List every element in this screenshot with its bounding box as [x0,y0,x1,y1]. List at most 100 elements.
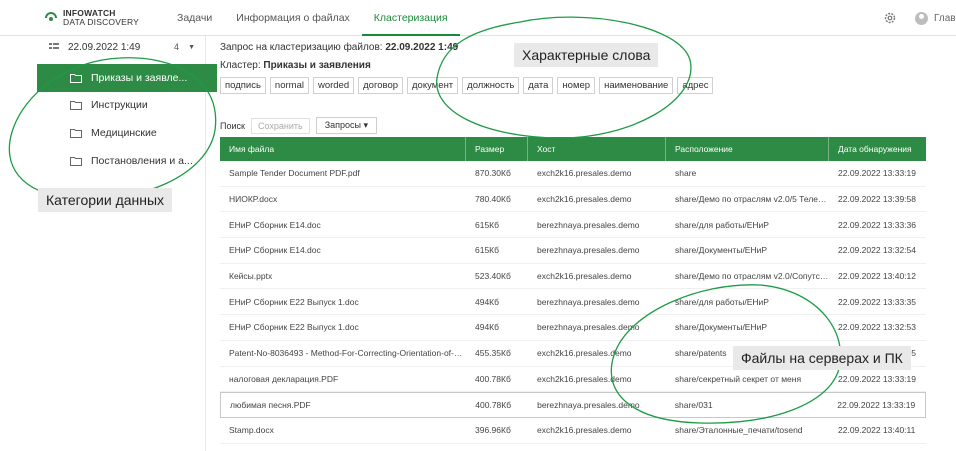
folder-icon [70,101,82,110]
search-link[interactable]: Поиск [220,121,245,131]
annotation-files: Файлы на серверах и ПК [733,346,911,370]
cell-date: 22.09.2022 13:33:36 [838,219,916,230]
query-value: 22.09.2022 1:49 [385,42,459,53]
column-header-name[interactable]: Имя файла [220,137,466,161]
cell-size: 400.78Кб [475,400,512,411]
sidebar-item-instructions[interactable]: Инструкции [0,91,206,119]
cell-host: berezhnaya.presales.demo [537,322,640,333]
app-header: INFOWATCH DATA DISCOVERY Задачи Информац… [0,0,956,36]
table-toolbar: Поиск Сохранить Запросы ▾ [220,117,377,134]
table-row[interactable]: Кейсы.pptx 523.40Кб exch2k16.presales.demo… [220,264,926,290]
keyword-tag: должность [462,77,520,94]
table-row[interactable]: ЕНиР Сборник Е14.doc 615Кб berezhnaya.pres… [220,238,926,264]
sidebar-item-orders[interactable]: Приказы и заявле... [37,64,217,92]
keyword-tag: договор [358,77,404,94]
tab-clustering[interactable]: Кластеризация [361,0,460,36]
table-body: Sample Tender Document PDF.pdf 870.30Кб ex… [220,161,926,444]
chevron-down-icon[interactable]: ▼ [188,44,195,51]
sidebar-item-label: Медицинские [91,127,157,139]
cluster-info: Кластер: Приказы и заявления [220,60,371,71]
cell-name: Кейсы.pptx [229,271,273,282]
cell-name: любимая песня.PDF [230,400,311,411]
query-label: Запрос на кластеризацию файлов: [220,42,383,53]
table-row[interactable]: налоговая декларация.PDF 400.78Кб exch2k16… [220,367,926,393]
cell-date: 22.09.2022 13:40:11 [838,425,916,436]
cell-name: ЕНиР Сборник Е22 Выпуск 1.doc [229,322,359,333]
cell-size: 780.40Кб [475,194,511,205]
cell-size: 615Кб [475,245,500,256]
cell-host: exch2k16.presales.demo [537,271,632,282]
sidebar-item-medical[interactable]: Медицинские [0,119,206,147]
cell-location: share [675,168,697,179]
cell-host: exch2k16.presales.demo [537,194,632,205]
sidebar-item-label: Приказы и заявле... [91,72,188,84]
column-header-host[interactable]: Хост [528,137,666,161]
tab-tasks[interactable]: Задачи [165,0,224,36]
table-row[interactable]: ЕНиР Сборник Е14.doc 615Кб berezhnaya.pres… [220,212,926,239]
gear-icon[interactable] [883,11,897,25]
cell-date: 22.09.2022 13:33:19 [838,373,916,384]
cell-host: berezhnaya.presales.demo [537,296,640,307]
cell-name: налоговая декларация.PDF [229,373,339,384]
annotation-keywords: Характерные слова [514,43,659,67]
table-row[interactable]: Sample Tender Document PDF.pdf 870.30Кб ex… [220,161,926,187]
cell-name: Stamp.docx [229,425,274,436]
infowatch-logo-icon [44,11,58,25]
column-header-location[interactable]: Расположение [666,137,829,161]
cell-name: ЕНиР Сборник Е14.doc [229,245,321,256]
table-row[interactable]: любимая песня.PDF 400.78Кб berezhnaya.pres… [220,392,926,418]
main-nav: Задачи Информация о файлах Кластеризация [165,0,460,36]
cell-size: 494Кб [475,296,500,307]
cell-host: berezhnaya.presales.demo [537,245,640,256]
cell-location: share/для работы/ЕНиР [675,296,769,307]
keyword-tag: наименование [599,77,674,94]
cluster-label: Кластер: [220,60,261,71]
cell-name: ЕНиР Сборник Е22 Выпуск 1.doc [229,296,359,307]
sidebar-item-label: Постановления и а... [91,155,193,167]
keyword-tag: дата [523,77,554,94]
keyword-tag: адрес [677,77,714,94]
table-row[interactable]: ЕНиР Сборник Е22 Выпуск 1.doc 494Кб berezh… [220,289,926,316]
column-header-size[interactable]: Размер [466,137,528,161]
cell-name: Patent-No-8036493 - Method-For-Correctin… [229,348,466,359]
cluster-count: 4 [173,42,179,52]
cell-size: 523.40Кб [475,271,511,282]
cell-size: 615Кб [475,219,500,230]
cell-date: 22.09.2022 13:39:58 [838,194,916,205]
user-name[interactable]: Глав [934,13,956,24]
cell-name: НИОКР.docx [229,194,278,205]
table-row[interactable]: ЕНиР Сборник Е22 Выпуск 1.doc 494Кб berezh… [220,315,926,341]
folder-icon [70,129,82,138]
cell-location: share/Документы/ЕНиР [675,245,768,256]
annotation-categories: Категории данных [38,188,173,212]
cell-name: ЕНиР Сборник Е14.doc [229,219,321,230]
cell-location: share/Демо по отраслям v2.0/Сопутств... [675,271,829,282]
cell-date: 22.09.2022 13:33:19 [837,400,916,411]
cell-host: exch2k16.presales.demo [537,425,632,436]
cell-location: share/031 [674,400,713,411]
cell-size: 494Кб [475,322,500,333]
cell-size: 455.35Кб [475,348,511,359]
folder-icon [70,157,82,166]
table-row[interactable]: НИОКР.docx 780.40Кб exch2k16.presales.demo… [220,187,926,213]
avatar[interactable] [915,11,928,25]
list-icon [49,43,59,49]
save-button[interactable]: Сохранить [250,117,310,134]
cell-location: share/для работы/ЕНиР [675,219,769,230]
column-header-date[interactable]: Дата обнаружения [829,137,926,161]
queries-dropdown[interactable]: Запросы ▾ [315,117,377,134]
cell-name: Sample Tender Document PDF.pdf [229,168,360,179]
cluster-selector[interactable]: 22.09.2022 1:49 4 ▼ [0,36,205,58]
cell-date: 22.09.2022 13:32:54 [838,245,916,256]
category-sidebar: 22.09.2022 1:49 4 ▼ Приказы и заявле... … [0,36,217,451]
cell-size: 400.78Кб [475,373,511,384]
tab-file-info[interactable]: Информация о файлах [224,0,362,36]
cell-host: exch2k16.presales.demo [537,373,632,384]
keyword-tag: документ [407,77,459,94]
cell-location: share/Эталонные_печати/tosend [675,425,803,436]
cell-location: share/Демо по отраслям v2.0/5 Телеко... [675,194,829,205]
cell-date: 22.09.2022 13:33:19 [838,168,916,179]
cell-size: 396.96Кб [475,425,511,436]
sidebar-item-resolutions[interactable]: Постановления и а... [0,147,206,175]
table-row[interactable]: Stamp.docx 396.96Кб exch2k16.presales.demo… [220,418,926,444]
